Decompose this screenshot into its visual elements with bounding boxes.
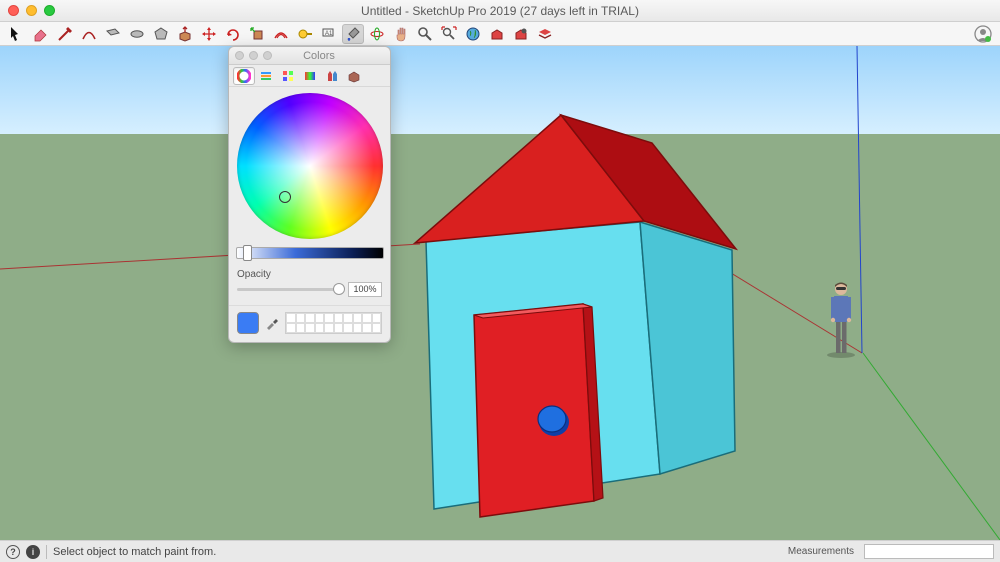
materials-tab[interactable] — [343, 67, 365, 85]
opacity-slider-thumb[interactable] — [333, 283, 345, 295]
tape-tool[interactable] — [294, 24, 316, 44]
model-viewport[interactable] — [0, 46, 1000, 540]
window-titlebar: Untitled - SketchUp Pro 2019 (27 days le… — [0, 0, 1000, 22]
current-color-swatch[interactable] — [237, 312, 259, 334]
main-toolbar: A1 — [0, 22, 1000, 46]
color-wheel-tab[interactable] — [233, 67, 255, 85]
maximize-window-button[interactable] — [44, 5, 55, 16]
measurements-field[interactable] — [864, 544, 994, 559]
window-title: Untitled - SketchUp Pro 2019 (27 days le… — [0, 4, 1000, 18]
color-wheel-marker[interactable] — [279, 191, 291, 203]
brightness-slider-thumb[interactable] — [243, 245, 252, 261]
panel-close-button[interactable] — [235, 51, 244, 60]
text-tool[interactable]: A1 — [318, 24, 340, 44]
zoom-extents-tool[interactable] — [438, 24, 460, 44]
select-tool[interactable] — [6, 24, 28, 44]
window-controls — [8, 5, 55, 16]
status-hint: Select object to match paint from. — [53, 546, 782, 558]
circle-tool[interactable] — [126, 24, 148, 44]
opacity-label: Opacity — [237, 269, 382, 280]
measurements-label: Measurements — [788, 546, 854, 557]
color-picker-tabs — [229, 65, 390, 87]
minimize-window-button[interactable] — [26, 5, 37, 16]
status-bar: ? i Select object to match paint from. M… — [0, 540, 1000, 562]
rotate-tool[interactable] — [222, 24, 244, 44]
info-icon[interactable]: i — [26, 545, 40, 559]
line-tool[interactable] — [54, 24, 76, 44]
paint-tool[interactable] — [342, 24, 364, 44]
color-spectrum-tab[interactable] — [299, 67, 321, 85]
close-window-button[interactable] — [8, 5, 19, 16]
extension-warehouse-tool[interactable] — [510, 24, 532, 44]
polygon-tool[interactable] — [150, 24, 172, 44]
zoom-tool[interactable] — [414, 24, 436, 44]
door-front — [474, 304, 594, 517]
eraser-tool[interactable] — [30, 24, 52, 44]
pushpull-tool[interactable] — [174, 24, 196, 44]
color-wheel[interactable] — [237, 93, 383, 239]
swatch-wells[interactable] — [285, 312, 382, 334]
opacity-value-field[interactable]: 100% — [348, 282, 382, 297]
door-knob — [538, 406, 566, 432]
move-tool[interactable] — [198, 24, 220, 44]
scale-tool[interactable] — [246, 24, 268, 44]
brightness-slider[interactable] — [236, 247, 384, 259]
orbit-tool[interactable] — [366, 24, 388, 44]
svg-text:A1: A1 — [325, 31, 333, 37]
warehouse-tool[interactable] — [486, 24, 508, 44]
layers-tool[interactable] — [534, 24, 556, 44]
add-location-tool[interactable] — [462, 24, 484, 44]
pan-tool[interactable] — [390, 24, 412, 44]
colors-panel-header[interactable]: Colors — [229, 47, 390, 65]
user-account-icon[interactable] — [974, 25, 992, 43]
offset-tool[interactable] — [270, 24, 292, 44]
help-icon[interactable]: ? — [6, 545, 20, 559]
color-palette-tab[interactable] — [277, 67, 299, 85]
color-sliders-tab[interactable] — [255, 67, 277, 85]
colors-panel[interactable]: Colors Opacity 100% — [228, 46, 391, 343]
colors-panel-title: Colors — [248, 50, 390, 62]
color-crayons-tab[interactable] — [321, 67, 343, 85]
rectangle-tool[interactable] — [102, 24, 124, 44]
arc-tool[interactable] — [78, 24, 100, 44]
eyedropper-icon[interactable] — [265, 316, 279, 330]
opacity-slider[interactable] — [237, 288, 344, 291]
